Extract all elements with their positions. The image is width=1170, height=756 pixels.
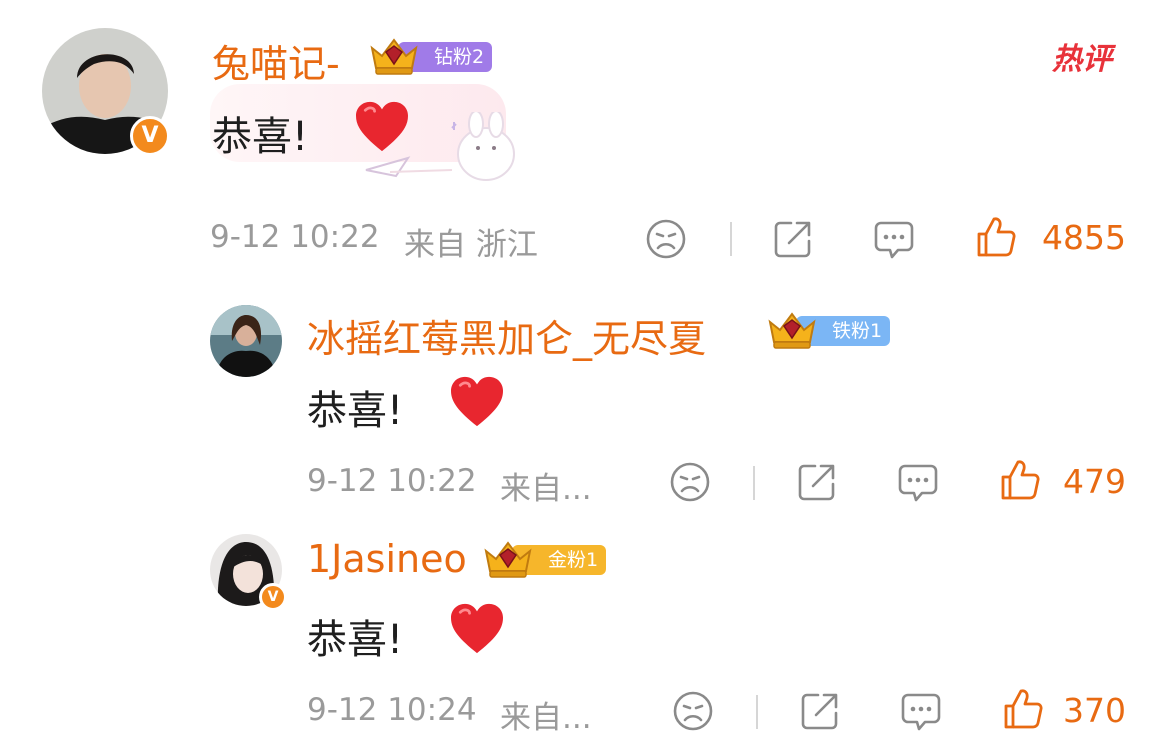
dislike-face-icon[interactable]: [671, 689, 715, 733]
fan-badge[interactable]: 钻粉2: [398, 42, 493, 72]
share-icon[interactable]: [771, 217, 815, 261]
comment-timestamp: 9-12 10:22: [307, 463, 477, 499]
crown-icon: [766, 308, 818, 352]
comment-icon[interactable]: [896, 460, 940, 504]
comment-timestamp: 9-12 10:24: [307, 692, 477, 728]
like-icon[interactable]: [999, 458, 1043, 502]
comment-icon[interactable]: [899, 689, 943, 733]
avatar[interactable]: [210, 305, 282, 377]
like-count: 4855: [1042, 218, 1126, 257]
comment-text: 恭喜!: [307, 388, 404, 434]
comment-location: 来自...: [500, 471, 592, 507]
verified-badge: V: [130, 116, 170, 156]
comment-timestamp: 9-12 10:22: [210, 219, 380, 255]
like-count: 479: [1063, 462, 1126, 501]
dislike-face-icon[interactable]: [644, 217, 688, 261]
comment-location: 来自 浙江: [404, 227, 538, 263]
heart-icon: [449, 376, 505, 428]
divider: [756, 695, 758, 729]
share-icon[interactable]: [795, 460, 839, 504]
share-icon[interactable]: [798, 689, 842, 733]
fan-badge[interactable]: 金粉1: [512, 545, 607, 575]
verified-badge: V: [259, 583, 287, 611]
comment-location: 来自...: [500, 700, 592, 736]
divider: [730, 222, 732, 256]
username[interactable]: 冰摇红莓黑加仑_无尽夏: [307, 308, 706, 363]
bunny-sticker-icon: [365, 112, 515, 181]
comment-text: 恭喜!: [212, 114, 309, 160]
crown-icon: [368, 34, 420, 78]
comment-icon[interactable]: [872, 217, 916, 261]
divider: [753, 466, 755, 500]
comment-text: 恭喜!: [307, 617, 404, 663]
username[interactable]: 1Jasineo: [307, 537, 467, 581]
like-count: 370: [1063, 691, 1126, 730]
hot-comment-tag: 热评: [1052, 42, 1112, 77]
like-icon[interactable]: [1002, 687, 1046, 731]
crown-icon: [482, 537, 534, 581]
fan-badge[interactable]: 铁粉1: [796, 316, 891, 346]
username[interactable]: 兔喵记-: [212, 33, 340, 88]
like-icon[interactable]: [975, 215, 1019, 259]
dislike-face-icon[interactable]: [668, 460, 712, 504]
heart-icon: [449, 603, 505, 655]
